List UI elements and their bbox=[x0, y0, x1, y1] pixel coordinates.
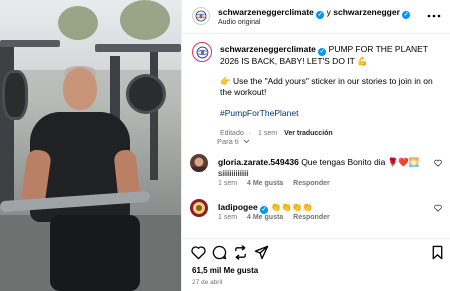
verified-icon: ✓ bbox=[260, 206, 269, 214]
tree-background bbox=[58, 6, 98, 40]
author-avatar[interactable] bbox=[192, 7, 210, 25]
caption-time: 1 sem bbox=[258, 130, 278, 137]
verified-icon: ✓ bbox=[316, 11, 325, 19]
author-username[interactable]: schwarzeneggerclimate bbox=[218, 7, 314, 17]
gym-bar bbox=[95, 44, 181, 52]
commenter-username[interactable]: gloria.zarate.549436 bbox=[218, 157, 299, 167]
reply-button[interactable]: Responder bbox=[293, 214, 330, 221]
gym-machine-frame bbox=[150, 50, 158, 180]
meta-separator: · bbox=[248, 130, 252, 137]
post-side-panel: schwarzeneggerclimate ✓ y schwarzenegger… bbox=[181, 0, 450, 291]
post-video[interactable] bbox=[0, 0, 181, 291]
comment-text: 👏👏👏👏 bbox=[270, 202, 313, 212]
reply-button[interactable]: Responder bbox=[293, 180, 330, 187]
see-translation-link[interactable]: Ver traducción bbox=[284, 130, 333, 137]
comment-item: ladipogee ✓ 👏👏👏👏 1 sem 4 Me gusta Respon… bbox=[190, 199, 448, 227]
commenter-avatar[interactable] bbox=[190, 199, 208, 217]
commenter-username[interactable]: ladipogee bbox=[218, 202, 258, 212]
post-header: schwarzeneggerclimate ✓ y schwarzenegger… bbox=[182, 0, 450, 34]
comment-filter-label: Para ti bbox=[217, 137, 239, 146]
chevron-down-icon bbox=[243, 139, 250, 144]
tree-background bbox=[120, 0, 170, 40]
comment-icon[interactable] bbox=[212, 245, 227, 260]
caption-body: schwarzeneggerclimate ✓ PUMP FOR THE PLA… bbox=[220, 44, 440, 140]
heart-icon[interactable] bbox=[434, 204, 442, 212]
caption-username[interactable]: schwarzeneggerclimate bbox=[220, 44, 316, 54]
comment-time: 1 sem bbox=[218, 180, 238, 187]
weight-plate bbox=[126, 74, 166, 114]
comment-item: gloria.zarate.549436 Que tengas Bonito d… bbox=[190, 154, 448, 190]
verified-icon: ✓ bbox=[402, 11, 411, 19]
instagram-post: schwarzeneggerclimate ✓ y schwarzenegger… bbox=[0, 0, 450, 291]
globe-logo-icon bbox=[195, 10, 207, 22]
more-options-icon[interactable] bbox=[427, 9, 441, 23]
globe-logo-icon bbox=[196, 46, 208, 58]
repost-icon[interactable] bbox=[233, 245, 248, 260]
verified-icon: ✓ bbox=[318, 48, 327, 56]
edited-label: Editado bbox=[220, 130, 244, 137]
audio-label[interactable]: Audio original bbox=[218, 19, 260, 26]
comment-meta: 1 sem 4 Me gusta Responder bbox=[218, 214, 338, 221]
post-actions-bar bbox=[182, 238, 450, 262]
collab-username[interactable]: schwarzenegger bbox=[333, 7, 400, 17]
caption-line-2: 👉 Use the "Add yours" sticker in our sto… bbox=[220, 75, 433, 98]
comment-text-block: ladipogee ✓ 👏👏👏👏 bbox=[218, 202, 428, 214]
weight-plate bbox=[2, 70, 28, 120]
hashtag-link[interactable]: #PumpForThePlanet bbox=[220, 108, 440, 120]
collab-separator: y bbox=[326, 7, 331, 17]
comment-time: 1 sem bbox=[218, 214, 238, 221]
caption-avatar[interactable] bbox=[192, 42, 212, 62]
author-names: schwarzeneggerclimate ✓ y schwarzenegger… bbox=[218, 7, 411, 19]
post-date: 27 de abril bbox=[192, 279, 223, 286]
likes-count[interactable]: 61,5 mil Me gusta bbox=[192, 266, 258, 275]
comment-likes[interactable]: 4 Me gusta bbox=[247, 214, 283, 221]
comment-likes[interactable]: 4 Me gusta bbox=[247, 180, 283, 187]
heart-icon[interactable] bbox=[191, 245, 206, 260]
bookmark-icon[interactable] bbox=[430, 245, 445, 260]
send-icon[interactable] bbox=[254, 245, 269, 260]
heart-icon[interactable] bbox=[434, 159, 442, 167]
comment-text-block: gloria.zarate.549436 Que tengas Bonito d… bbox=[218, 157, 428, 179]
comment-filter-dropdown[interactable]: Para ti bbox=[217, 137, 250, 146]
commenter-avatar[interactable] bbox=[190, 154, 208, 172]
gym-bar bbox=[0, 40, 60, 47]
caption-meta: Editado · 1 sem Ver traducción bbox=[220, 128, 440, 140]
comment-meta: 1 sem 4 Me gusta Responder bbox=[218, 180, 338, 187]
